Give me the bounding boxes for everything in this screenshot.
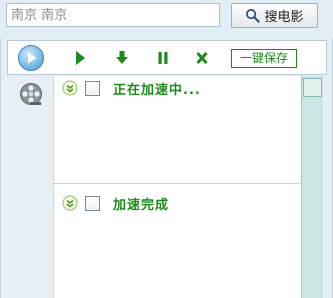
search-button-label: 搜电影 — [264, 10, 304, 25]
search-bar: 南京 南京 搜电影 — [0, 0, 333, 38]
download-panel: 一键保存 正在加速中... 加速完成 — [0, 38, 333, 298]
search-movie-button[interactable]: 搜电影 — [231, 3, 318, 28]
film-reel-icon[interactable] — [19, 82, 43, 106]
search-icon — [246, 9, 261, 23]
pause-button[interactable] — [151, 41, 175, 74]
scrollbar-thumb[interactable] — [303, 78, 322, 97]
start-all-button[interactable] — [16, 41, 46, 74]
task-checkbox[interactable] — [85, 195, 100, 211]
expand-chevron-icon[interactable] — [62, 80, 78, 96]
task-list: 正在加速中... 加速完成 — [53, 76, 302, 298]
pause-icon — [158, 51, 168, 64]
play-icon — [76, 50, 85, 65]
task-group-label: 正在加速中... — [113, 82, 201, 98]
play-button[interactable] — [68, 41, 92, 74]
category-column — [7, 76, 53, 298]
toolbar: 一键保存 — [7, 40, 327, 75]
expand-chevron-icon[interactable] — [62, 195, 78, 211]
task-group-accelerating[interactable]: 正在加速中... — [54, 78, 302, 98]
task-group-label: 加速完成 — [113, 197, 170, 213]
divider — [54, 183, 302, 184]
vertical-scrollbar[interactable] — [301, 76, 323, 298]
arrow-down-icon — [116, 50, 128, 64]
download-button[interactable] — [110, 41, 134, 74]
task-checkbox[interactable] — [85, 80, 100, 96]
task-group-completed[interactable]: 加速完成 — [54, 193, 302, 213]
play-circle-icon — [18, 44, 44, 71]
close-icon — [196, 51, 208, 64]
delete-button[interactable] — [190, 41, 214, 74]
one-click-save-button[interactable]: 一键保存 — [231, 49, 297, 68]
search-input[interactable]: 南京 南京 — [6, 3, 220, 27]
